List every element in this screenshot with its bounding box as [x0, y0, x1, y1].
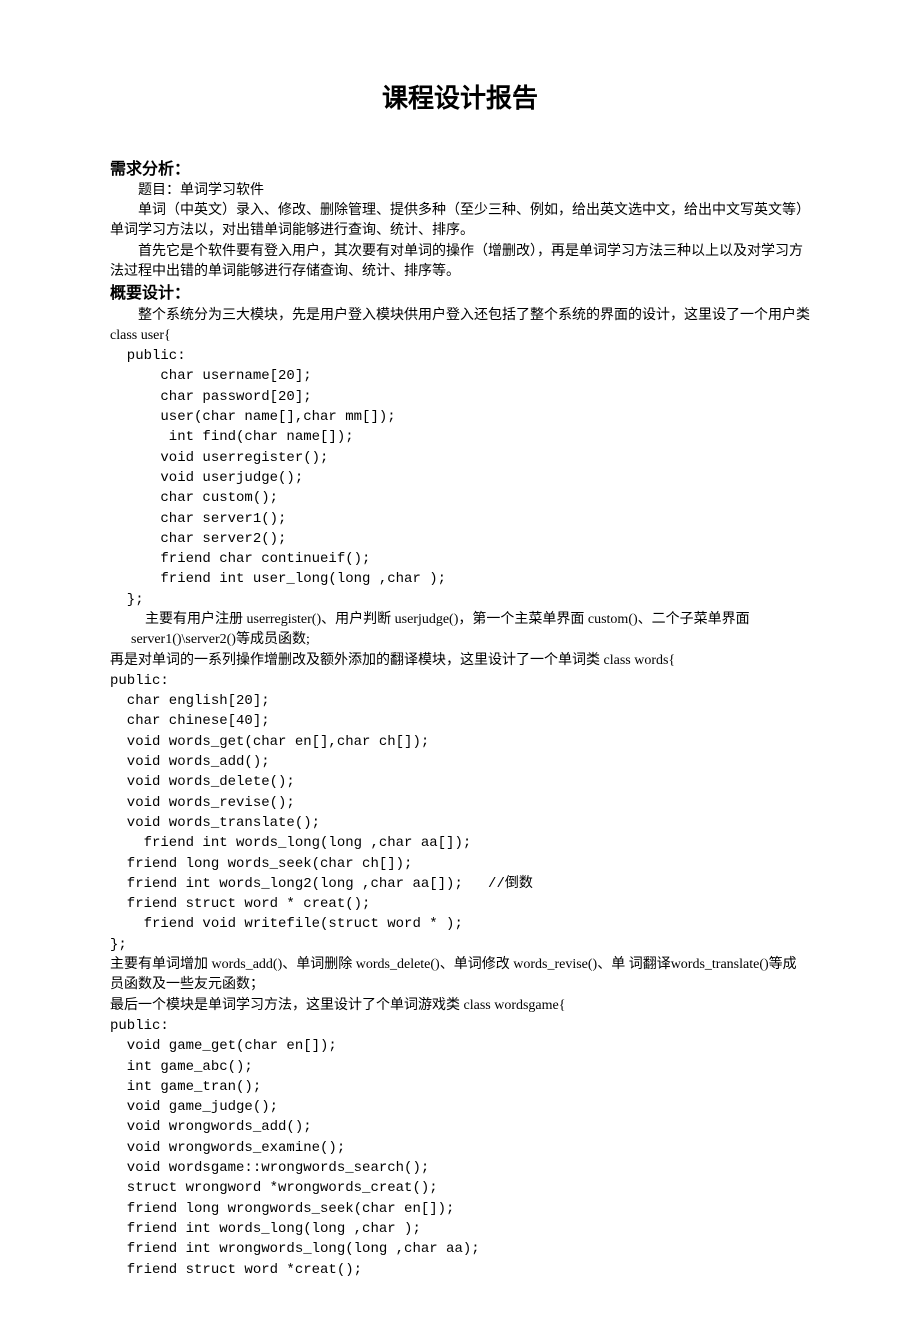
design-para-1: 整个系统分为三大模块，先是用户登入模块供用户登入还包括了整个系统的界面的设计，这…: [110, 306, 810, 347]
section-heading-design: 概要设计：: [110, 282, 810, 305]
requirements-para-1: 单词（中英文）录入、修改、删除管理、提供多种（至少三种、例如，给出英文选中文，给…: [110, 201, 810, 242]
section-heading-requirements: 需求分析：: [110, 158, 810, 181]
document-title: 课程设计报告: [110, 80, 810, 118]
document-page: 课程设计报告 需求分析： 题目：单词学习软件 单词（中英文）录入、修改、删除管理…: [0, 0, 920, 1320]
design-para-2: 主要有用户注册 userregister()、用户判断 userjudge()，…: [110, 610, 810, 651]
code-block-user-class: public: char username[20]; char password…: [110, 346, 810, 610]
design-para-3: 再是对单词的一系列操作增删改及额外添加的翻译模块，这里设计了一个单词类 clas…: [110, 651, 810, 671]
topic-line: 题目：单词学习软件: [110, 181, 810, 201]
design-para-4: 主要有单词增加 words_add()、单词删除 words_delete()、…: [110, 955, 810, 996]
requirements-para-2: 首先它是个软件要有登入用户，其次要有对单词的操作（增删改），再是单词学习方法三种…: [110, 242, 810, 283]
code-block-wordsgame-class: public: void game_get(char en[]); int ga…: [110, 1016, 810, 1280]
code-block-words-class: public: char english[20]; char chinese[4…: [110, 671, 810, 955]
design-para-5: 最后一个模块是单词学习方法，这里设计了个单词游戏类 class wordsgam…: [110, 996, 810, 1016]
